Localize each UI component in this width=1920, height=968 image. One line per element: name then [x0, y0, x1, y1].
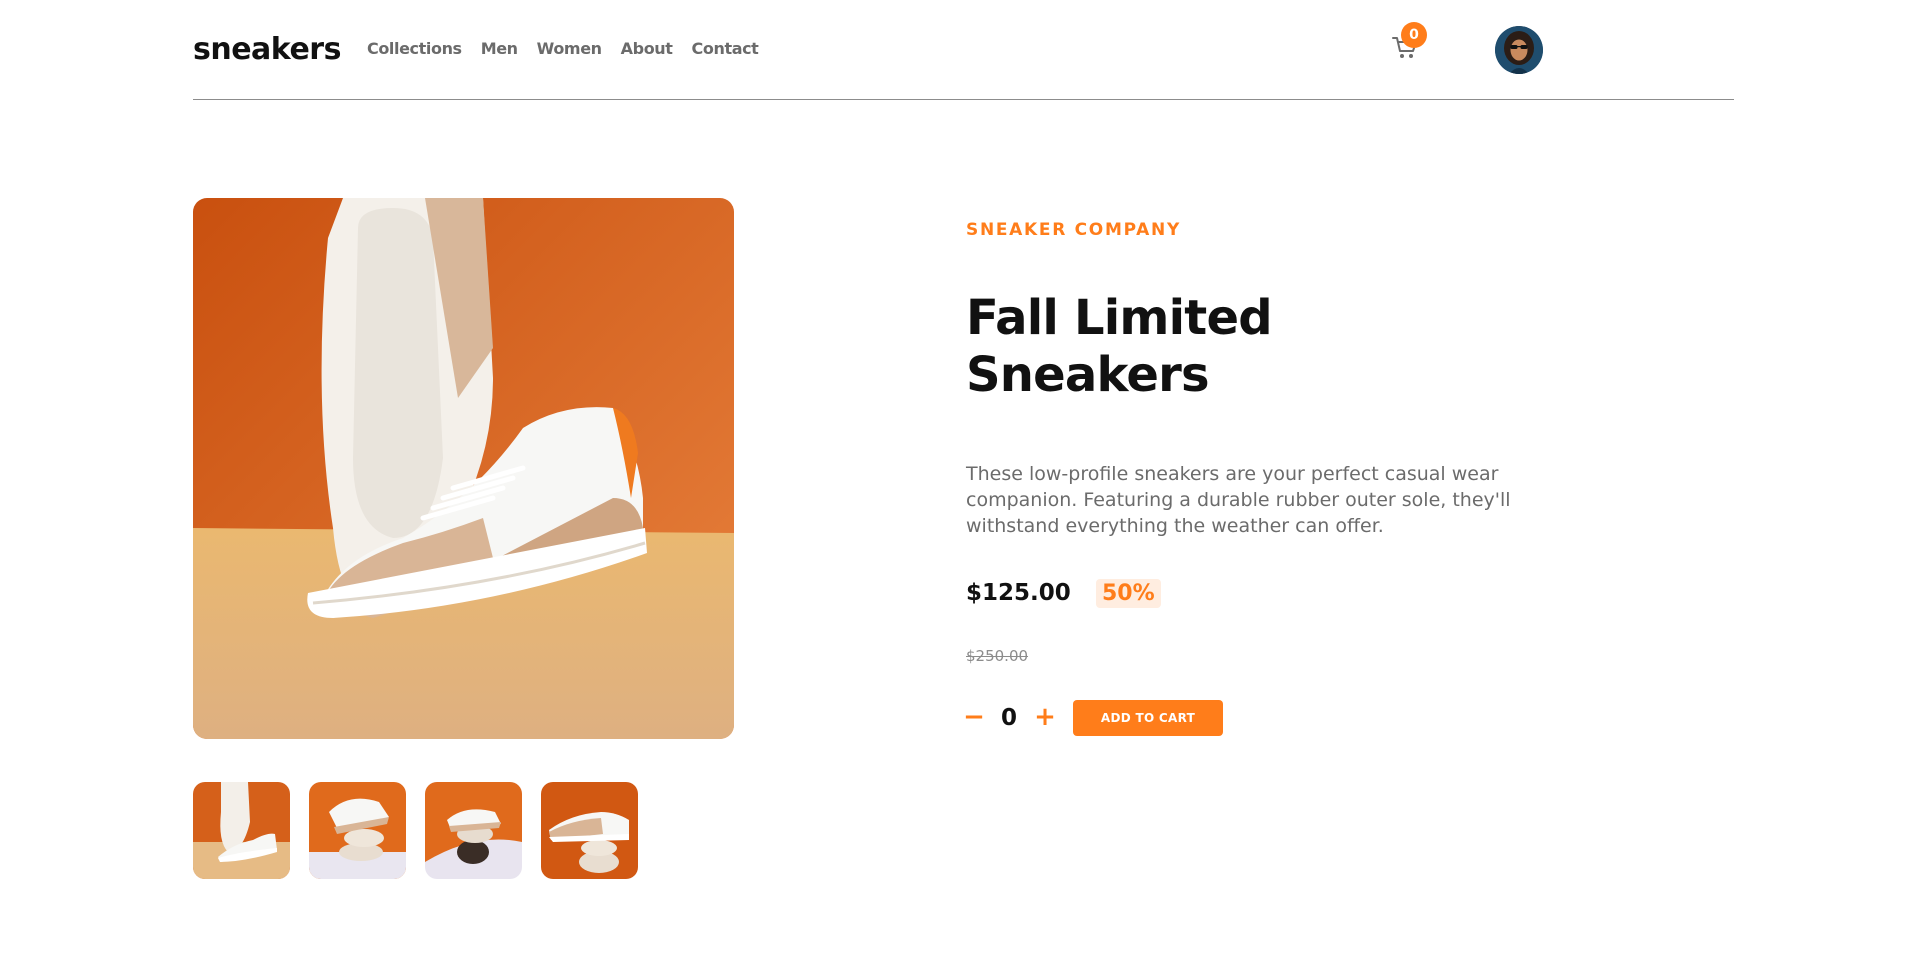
thumbnail-list	[193, 782, 638, 879]
company-name: SNEAKER COMPANY	[966, 220, 1181, 240]
thumbnail-1[interactable]	[193, 782, 290, 879]
thumbnail-2[interactable]	[309, 782, 406, 879]
product-main-image[interactable]	[193, 198, 734, 739]
nav-item-about[interactable]: About	[621, 39, 673, 58]
quantity-input[interactable]	[993, 702, 1025, 734]
product-description: These low-profile sneakers are your perf…	[966, 463, 1511, 537]
product-title: Fall Limited Sneakers	[966, 290, 1273, 403]
logo[interactable]: sneakers	[193, 32, 341, 67]
avatar[interactable]	[1495, 26, 1543, 74]
cart-count-badge: 0	[1401, 22, 1427, 48]
nav-item-men[interactable]: Men	[481, 39, 518, 58]
quantity-increase-button[interactable]: +	[1033, 701, 1057, 733]
nav-item-collections[interactable]: Collections	[367, 39, 462, 58]
nav-item-contact[interactable]: Contact	[692, 39, 759, 58]
thumbnail-4[interactable]	[541, 782, 638, 879]
nav-item-women[interactable]: Women	[537, 39, 602, 58]
discount-badge: 50%	[1096, 579, 1161, 608]
original-price: $250.00	[966, 647, 1029, 665]
add-to-cart-button[interactable]: ADD TO CART	[1073, 700, 1223, 736]
main-nav: Collections Men Women About Contact	[367, 39, 777, 58]
thumbnail-3[interactable]	[425, 782, 522, 879]
current-price: $125.00	[966, 580, 1071, 606]
quantity-decrease-button[interactable]: −	[962, 701, 986, 733]
